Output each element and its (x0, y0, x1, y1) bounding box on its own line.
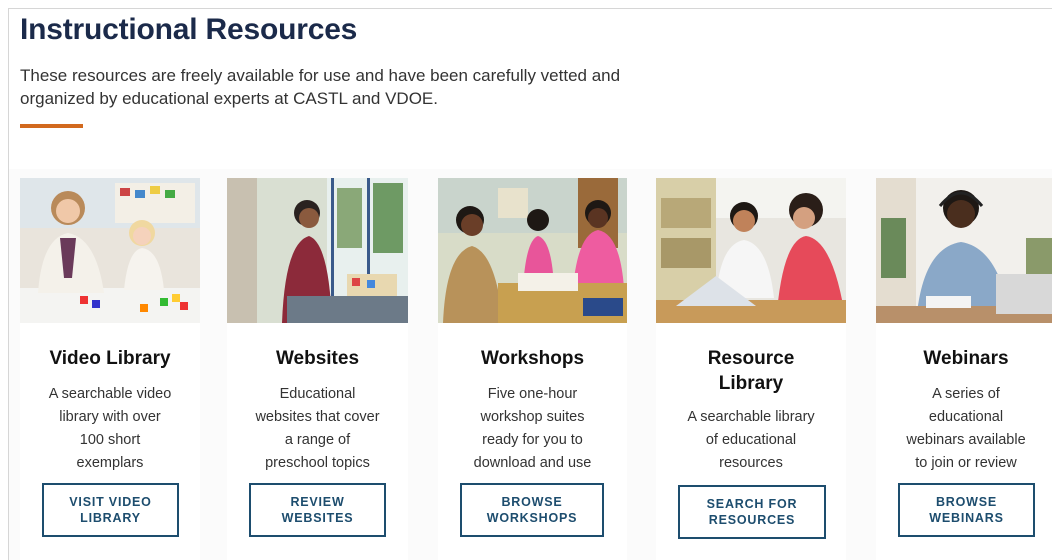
card-description: Educational websites that cover a range … (227, 383, 408, 475)
card-desc-line: ready for you to (482, 432, 583, 448)
card-video-library: Video Library A searchable video library… (20, 178, 200, 560)
button-label-line: SEARCH FOR (706, 497, 798, 511)
button-label-line: REVIEW (290, 495, 345, 509)
card-title: Webinars (923, 348, 1009, 369)
card-title: Resource Library (656, 346, 846, 396)
card-desc-line: educational (928, 409, 1004, 425)
card-desc-line: of educational (705, 432, 797, 448)
card-desc-line: Educational (279, 386, 356, 402)
visit-video-library-button[interactable]: VISIT VIDEO LIBRARY (42, 483, 179, 537)
webinars-photo (876, 178, 1052, 323)
button-label-line: WEBINARS (929, 511, 1004, 525)
card-title: Video Library (49, 348, 171, 369)
card-desc-line: workshop suites (480, 409, 585, 425)
card-desc-line: A searchable library (687, 409, 815, 425)
intro-text: These resources are freely available for… (20, 64, 700, 110)
card-desc-line: exemplars (76, 455, 144, 471)
card-desc-line: A searchable video (48, 386, 172, 402)
card-desc-line: A series of (932, 386, 1000, 402)
card-description: Five one-hour workshop suites ready for … (438, 383, 627, 475)
card-title: Websites (275, 348, 360, 369)
card-workshops: Workshops Five one-hour workshop suites … (438, 178, 627, 560)
card-desc-line: a range of (284, 432, 351, 448)
button-label-line: BROWSE (501, 495, 563, 509)
card-description: A series of educational webinars availab… (876, 383, 1052, 475)
card-description: A searchable video library with over 100… (20, 383, 200, 475)
card-title-line: Library (718, 373, 784, 394)
resources-section: Instructional Resources These resources … (8, 8, 1052, 560)
video-library-photo (20, 178, 200, 323)
card-desc-line: download and use (473, 455, 592, 471)
button-label-line: WORKSHOPS (486, 511, 578, 525)
button-label-line: RESOURCES (708, 513, 796, 527)
review-websites-button[interactable]: REVIEW WEBSITES (249, 483, 386, 537)
section-header: Instructional Resources These resources … (9, 9, 1052, 169)
page-title: Instructional Resources (20, 13, 358, 46)
intro-line-1: These resources are freely available for… (20, 66, 621, 85)
workshops-photo (438, 178, 627, 323)
card-resource-library: Resource Library A searchable library of… (656, 178, 846, 560)
browse-workshops-button[interactable]: BROWSE WORKSHOPS (460, 483, 604, 537)
websites-photo (227, 178, 408, 323)
search-for-resources-button[interactable]: SEARCH FOR RESOURCES (678, 485, 826, 539)
card-desc-line: resources (719, 455, 783, 471)
card-desc-line: to join or review (915, 455, 1017, 471)
card-websites: Websites Educational websites that cover… (227, 178, 408, 560)
button-label-line: BROWSE (935, 495, 998, 509)
intro-line-2: organized by educational experts at CAST… (20, 89, 438, 108)
card-desc-line: websites that cover (255, 409, 380, 425)
card-desc-line: webinars available (906, 432, 1026, 448)
card-webinars: Webinars A series of educational webinar… (876, 178, 1052, 560)
card-desc-line: library with over (59, 409, 161, 425)
card-description: A searchable library of educational reso… (656, 406, 846, 475)
card-desc-line: preschool topics (265, 455, 370, 471)
card-title: Workshops (480, 348, 585, 369)
button-label-line: VISIT VIDEO (69, 495, 152, 509)
card-desc-line: Five one-hour (487, 386, 578, 402)
browse-webinars-button[interactable]: BROWSE WEBINARS (898, 483, 1035, 537)
card-desc-line: 100 short (79, 432, 141, 448)
button-label-line: WEBSITES (281, 511, 354, 525)
card-title-line: Resource (707, 348, 795, 369)
accent-divider (20, 124, 83, 128)
resource-library-photo (656, 178, 846, 323)
button-label-line: LIBRARY (80, 511, 141, 525)
